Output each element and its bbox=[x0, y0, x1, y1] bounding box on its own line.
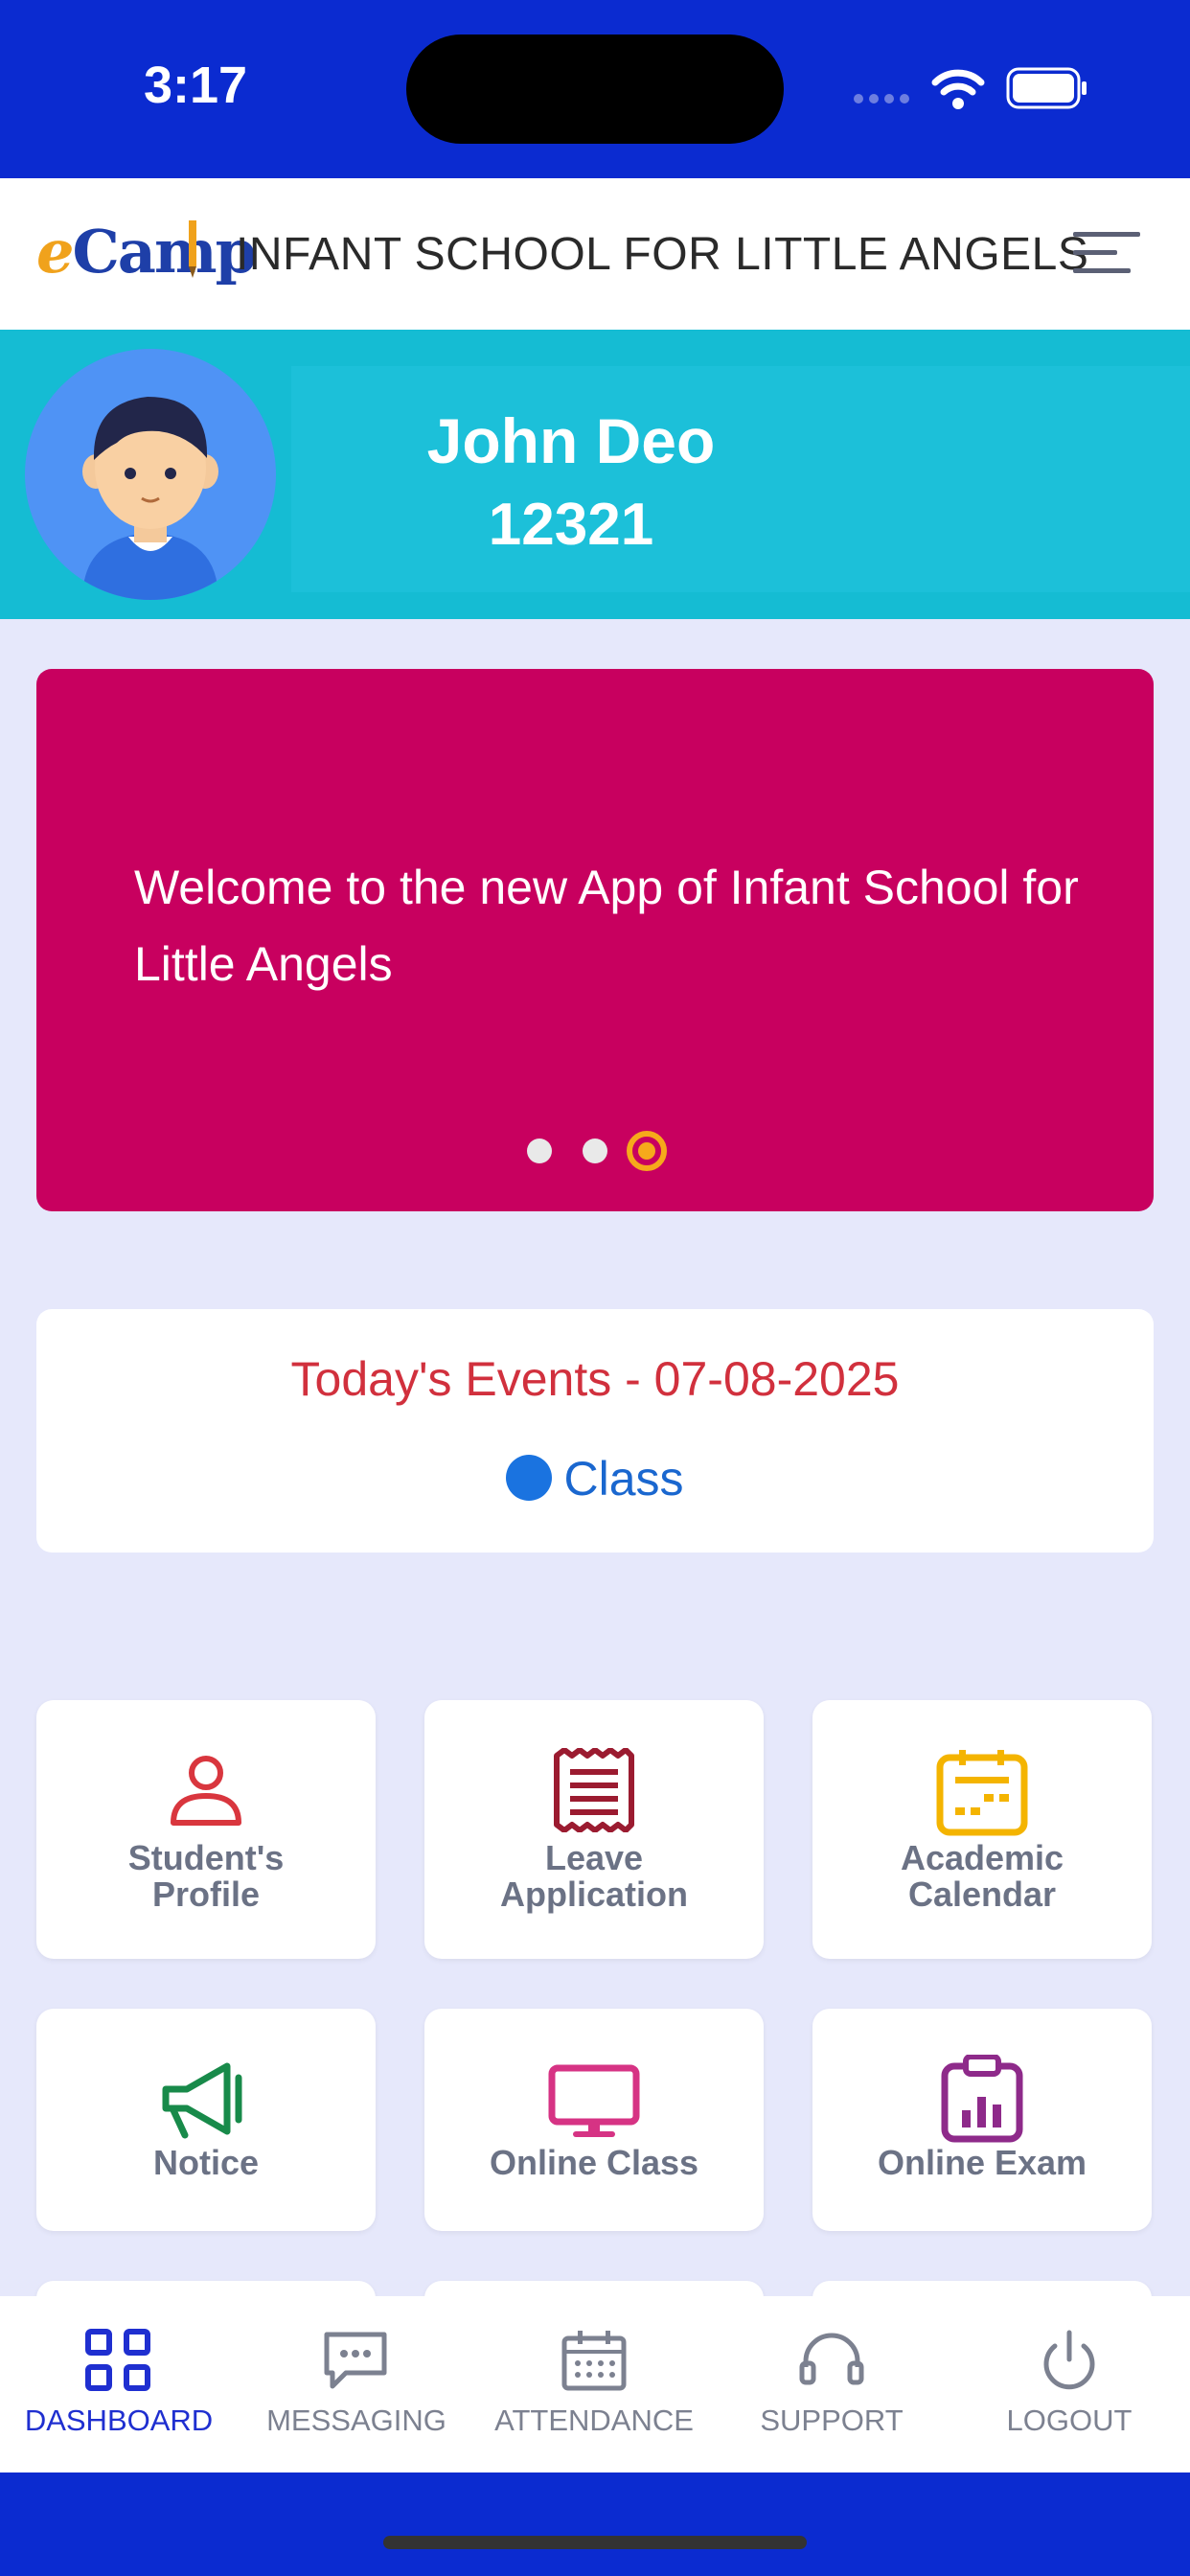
student-id: 12321 bbox=[488, 492, 654, 558]
avatar bbox=[25, 349, 276, 600]
tile-academic-calendar[interactable]: Academic Calendar bbox=[812, 1700, 1152, 1959]
tile-leave-application[interactable]: Leave Application bbox=[424, 1700, 764, 1959]
tile-label-line1: Leave bbox=[544, 1838, 644, 1877]
tile-notice[interactable]: Notice bbox=[36, 2009, 376, 2231]
megaphone-icon bbox=[162, 2062, 242, 2139]
student-name: John Deo bbox=[426, 405, 716, 476]
status-bar: 3:17 bbox=[0, 0, 1190, 178]
message-icon bbox=[324, 2332, 387, 2389]
nav-label: MESSAGING bbox=[266, 2404, 446, 2437]
profile-banner[interactable]: John Deo 12321 bbox=[0, 330, 1190, 619]
tile-label-line2: Calendar bbox=[907, 1874, 1057, 1914]
clipboard-chart-icon bbox=[941, 2055, 1023, 2143]
tile-students-profile[interactable]: Student's Profile bbox=[36, 1700, 376, 1959]
event-dot-icon bbox=[506, 1455, 553, 1501]
monitor-icon bbox=[548, 2064, 640, 2137]
wifi-icon bbox=[931, 69, 985, 109]
event-item[interactable]: Class bbox=[36, 1451, 1154, 1506]
home-indicator[interactable] bbox=[383, 2536, 807, 2549]
grid-icon bbox=[85, 2329, 150, 2391]
nav-label: SUPPORT bbox=[760, 2404, 904, 2437]
tile-label: Online Class bbox=[489, 2143, 699, 2182]
ecamp-logo: eCamp bbox=[36, 217, 257, 287]
calendar-icon bbox=[936, 1750, 1028, 1836]
carousel-dot-active[interactable] bbox=[627, 1131, 667, 1171]
signal-icon bbox=[854, 94, 909, 104]
events-card[interactable]: Today's Events - 07-08-2025 Class bbox=[36, 1309, 1154, 1552]
status-time: 3:17 bbox=[144, 57, 248, 114]
nav-logout[interactable]: LOGOUT bbox=[950, 2296, 1188, 2472]
bottom-safe-area bbox=[0, 2472, 1190, 2576]
tile-label: Notice bbox=[152, 2143, 260, 2182]
student-info-box: John Deo 12321 bbox=[291, 366, 1190, 592]
headset-icon bbox=[799, 2333, 864, 2385]
tile-online-exam[interactable]: Online Exam bbox=[812, 2009, 1152, 2231]
logo-e: e bbox=[36, 217, 74, 287]
battery-icon bbox=[1006, 67, 1087, 109]
bottom-nav: DASHBOARD MESSAGING ATTENDANCE SUPPORT L… bbox=[0, 2296, 1190, 2472]
tile-label: Online Exam bbox=[877, 2143, 1087, 2182]
tile-label-line1: Student's bbox=[127, 1838, 285, 1877]
nav-messaging[interactable]: MESSAGING bbox=[238, 2296, 475, 2472]
pencil-icon bbox=[189, 220, 196, 278]
dynamic-island bbox=[406, 34, 784, 144]
user-icon bbox=[171, 1756, 241, 1826]
power-icon bbox=[1043, 2330, 1095, 2390]
attendance-calendar-icon bbox=[561, 2331, 627, 2391]
events-title: Today's Events - 07-08-2025 bbox=[290, 1352, 900, 1406]
carousel-dot[interactable] bbox=[527, 1138, 552, 1163]
receipt-icon bbox=[554, 1748, 634, 1832]
nav-dashboard[interactable]: DASHBOARD bbox=[0, 2296, 238, 2472]
nav-label: ATTENDANCE bbox=[494, 2404, 694, 2437]
nav-support[interactable]: SUPPORT bbox=[713, 2296, 950, 2472]
school-name: INFANT SCHOOL FOR LITTLE ANGELS bbox=[236, 229, 1089, 280]
nav-label: LOGOUT bbox=[1006, 2404, 1133, 2437]
student-avatar-icon bbox=[82, 397, 218, 600]
event-label: Class bbox=[563, 1452, 684, 1506]
tile-label-line2: Profile bbox=[151, 1874, 261, 1914]
tile-label-line1: Academic bbox=[900, 1838, 1064, 1877]
tile-online-class[interactable]: Online Class bbox=[424, 2009, 764, 2231]
carousel-dot[interactable] bbox=[583, 1138, 607, 1163]
logo-text: Camp bbox=[72, 217, 256, 287]
app-header: eCamp INFANT SCHOOL FOR LITTLE ANGELS bbox=[0, 178, 1190, 330]
hamburger-menu-icon[interactable] bbox=[1073, 230, 1142, 276]
nav-label: DASHBOARD bbox=[24, 2404, 214, 2437]
announcement-carousel[interactable]: Welcome to the new App of Infant School … bbox=[36, 669, 1154, 1211]
carousel-text: Welcome to the new App of Infant School … bbox=[134, 861, 1079, 991]
nav-attendance[interactable]: ATTENDANCE bbox=[475, 2296, 713, 2472]
tile-label-line2: Application bbox=[500, 1874, 688, 1914]
